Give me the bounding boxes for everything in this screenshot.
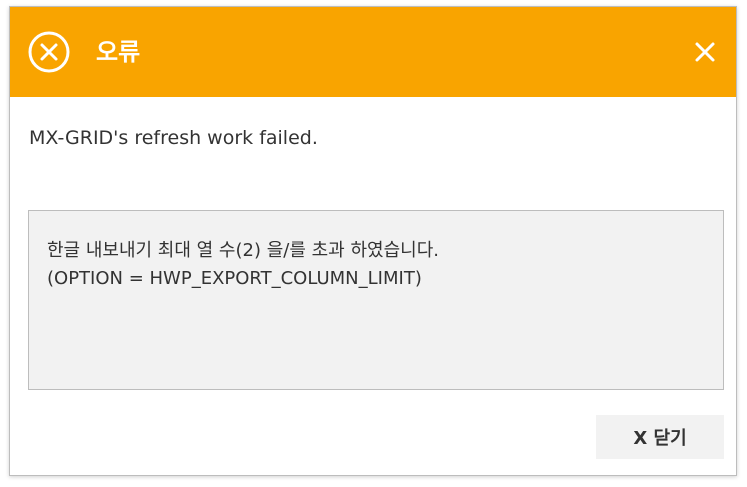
error-message: MX-GRID's refresh work failed. [29,127,318,149]
detail-line: (OPTION = HWP_EXPORT_COLUMN_LIMIT) [47,268,422,289]
error-circle-x-icon [27,30,71,74]
dialog-title: 오류 [96,38,141,66]
error-dialog: 오류 MX-GRID's refresh work failed. 한글 내보내… [9,6,737,476]
detail-line: 한글 내보내기 최대 열 수(2) 을/를 초과 하였습니다. [47,240,439,261]
error-detail-box: 한글 내보내기 최대 열 수(2) 을/를 초과 하였습니다. (OPTION … [28,210,724,390]
dialog-header: 오류 [10,7,736,97]
close-icon[interactable] [692,39,718,65]
close-button[interactable]: X 닫기 [596,415,724,459]
